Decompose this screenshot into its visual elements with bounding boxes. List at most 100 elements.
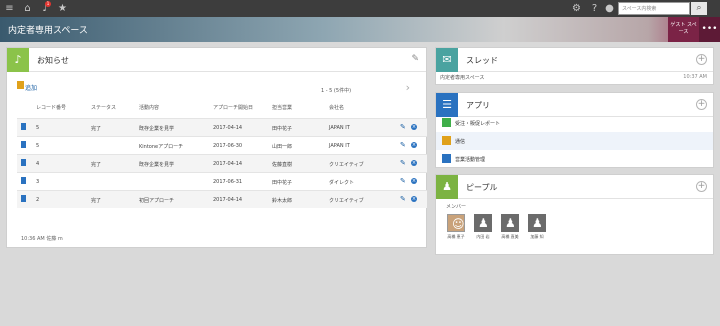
people-icon: ♟ — [436, 175, 458, 199]
cell-company: クリエイティブ — [329, 162, 364, 168]
user-icon[interactable]: ● — [604, 3, 615, 14]
cell-owner: 田中花子 — [272, 180, 293, 186]
app-icon — [442, 136, 451, 145]
table-row[interactable]: 5 Kintoneアプローチ 2017-06-30 山田一郎 JAPAN IT … — [17, 136, 427, 154]
add-thread-button[interactable]: + — [696, 54, 707, 65]
search-input[interactable]: スペース内検索 — [618, 2, 690, 15]
table-row[interactable]: 4 完了 既存企業を見学 2017-04-14 佐藤直樹 クリエイティブ ✎ × — [17, 154, 427, 172]
top-navigation-bar: ≡ ⌂ ♪ 1 ★ ⚙ ? ● スペース内検索 ⌕ — [0, 0, 720, 17]
table-row[interactable]: 2 完了 初回アプローチ 2017-04-14 鈴木太郎 クリエイティブ ✎ × — [17, 190, 427, 208]
add-member-button[interactable]: + — [696, 181, 707, 192]
cell-activity: 既存企業を見学 — [139, 126, 175, 132]
people-panel: ♟ ピープル + メンバー ☺ 高橋 恵子 ♟ 内田 岩 ♟ 高橋 直美 ♟ 加… — [435, 174, 714, 255]
thread-header: ✉ スレッド + — [436, 48, 713, 72]
app-item[interactable]: 営業活動管理 — [436, 150, 713, 168]
avatar[interactable]: ♟ — [474, 214, 492, 232]
app-item[interactable]: 通信 — [436, 132, 713, 150]
edit-icon[interactable]: ✎ — [411, 54, 419, 64]
column-header[interactable]: 担当営業 — [272, 104, 292, 111]
thread-title: スレッド — [466, 56, 498, 65]
delete-icon[interactable]: × — [411, 160, 417, 166]
cell-status: 完了 — [91, 126, 102, 132]
cell-id: 3 — [36, 179, 40, 185]
cell-date: 2017-06-30 — [213, 143, 243, 149]
cell-status: 完了 — [91, 198, 102, 204]
edit-icon[interactable]: ✎ — [400, 159, 406, 167]
announcement-footer: 10:36 AM 佐藤 m — [21, 236, 63, 242]
delete-icon[interactable]: × — [411, 196, 417, 202]
cell-date: 2017-04-14 — [213, 125, 243, 131]
edit-icon[interactable]: ✎ — [400, 141, 406, 149]
gear-icon[interactable]: ⚙ — [571, 3, 582, 14]
cell-company: ダイレクト — [329, 180, 355, 186]
pagination-info: 1 - 5 (5件中) — [321, 88, 352, 94]
edit-icon[interactable]: ✎ — [400, 177, 406, 185]
home-icon[interactable]: ⌂ — [22, 3, 33, 14]
add-record-icon[interactable] — [17, 81, 24, 89]
cell-id: 5 — [36, 125, 40, 131]
thread-item-link[interactable]: 内定者専用スペース — [440, 74, 484, 81]
star-icon[interactable]: ★ — [57, 3, 68, 14]
people-title: ピープル — [466, 183, 498, 192]
avatar[interactable]: ♟ — [501, 214, 519, 232]
column-header[interactable]: ステータス — [91, 104, 116, 111]
document-icon[interactable] — [21, 159, 26, 166]
member-name: 高橋 恵子 — [447, 234, 465, 239]
bell-icon: ♪ — [7, 48, 29, 72]
delete-icon[interactable]: × — [411, 178, 417, 184]
column-header[interactable]: 会社名 — [329, 104, 344, 111]
cell-id: 2 — [36, 197, 40, 203]
app-label: 受注・販促レポート — [455, 121, 501, 127]
delete-icon[interactable]: × — [411, 124, 417, 130]
guest-space-badge: ゲスト スペース — [668, 17, 699, 42]
user-icon: ♟ — [532, 216, 543, 230]
add-app-button[interactable]: + — [696, 99, 707, 110]
edit-icon[interactable]: ✎ — [400, 123, 406, 131]
cell-owner: 佐藤直樹 — [272, 162, 293, 168]
cell-owner: 山田一郎 — [272, 144, 293, 150]
user-icon: ♟ — [505, 216, 516, 230]
member-name: 内田 岩 — [476, 234, 490, 239]
avatar[interactable]: ☺ — [447, 214, 465, 232]
cell-owner: 田中花子 — [272, 126, 293, 132]
member-name: 高橋 直美 — [501, 234, 519, 239]
cell-id: 4 — [36, 161, 40, 167]
cell-company: JAPAN IT — [329, 143, 350, 149]
apps-panel: ☰ アプリ + 受注・販促レポート 通信 営業活動管理 — [435, 92, 714, 168]
app-label: 営業活動管理 — [455, 157, 486, 163]
cell-id: 5 — [36, 143, 40, 149]
column-header[interactable]: 活動内容 — [139, 104, 159, 111]
document-icon[interactable] — [21, 195, 26, 202]
app-icon — [442, 154, 451, 163]
app-label: 通信 — [455, 139, 466, 145]
delete-icon[interactable]: × — [411, 142, 417, 148]
space-title: 内定者専用スペース — [8, 26, 88, 36]
cell-company: クリエイティブ — [329, 198, 364, 204]
space-more-button[interactable]: ••• — [699, 17, 720, 42]
avatar[interactable]: ♟ — [528, 214, 546, 232]
cell-owner: 鈴木太郎 — [272, 198, 293, 204]
column-header[interactable]: レコード番号 — [36, 104, 66, 111]
document-icon[interactable] — [21, 123, 26, 130]
thread-panel: ✉ スレッド + 内定者専用スペース 10:37 AM — [435, 47, 714, 85]
chevron-right-icon[interactable]: › — [406, 81, 410, 94]
chat-icon: ✉ — [436, 48, 458, 72]
cell-status: 完了 — [91, 162, 102, 168]
table-row[interactable]: 5 完了 既存企業を見学 2017-04-14 田中花子 JAPAN IT ✎ … — [17, 118, 427, 136]
cell-activity: 既存企業を見学 — [139, 162, 175, 168]
search-button[interactable]: ⌕ — [691, 2, 707, 15]
document-icon[interactable] — [21, 141, 26, 148]
table-row[interactable]: 3 2017-06-31 田中花子 ダイレクト ✎ × — [17, 172, 427, 190]
document-icon[interactable] — [21, 177, 26, 184]
edit-icon[interactable]: ✎ — [400, 195, 406, 203]
members-label: メンバー — [446, 204, 467, 210]
add-record-link[interactable]: 追加 — [25, 83, 37, 92]
menu-icon[interactable]: ≡ — [4, 3, 15, 14]
thread-item-time: 10:37 AM — [683, 74, 707, 80]
help-icon[interactable]: ? — [589, 3, 600, 14]
space-header: 内定者専用スペース — [0, 17, 720, 42]
app-item[interactable]: 受注・販促レポート — [436, 114, 713, 132]
column-header[interactable]: アプローチ開始日 — [213, 104, 253, 111]
people-header: ♟ ピープル + — [436, 175, 713, 199]
notification-badge: 1 — [45, 1, 51, 7]
